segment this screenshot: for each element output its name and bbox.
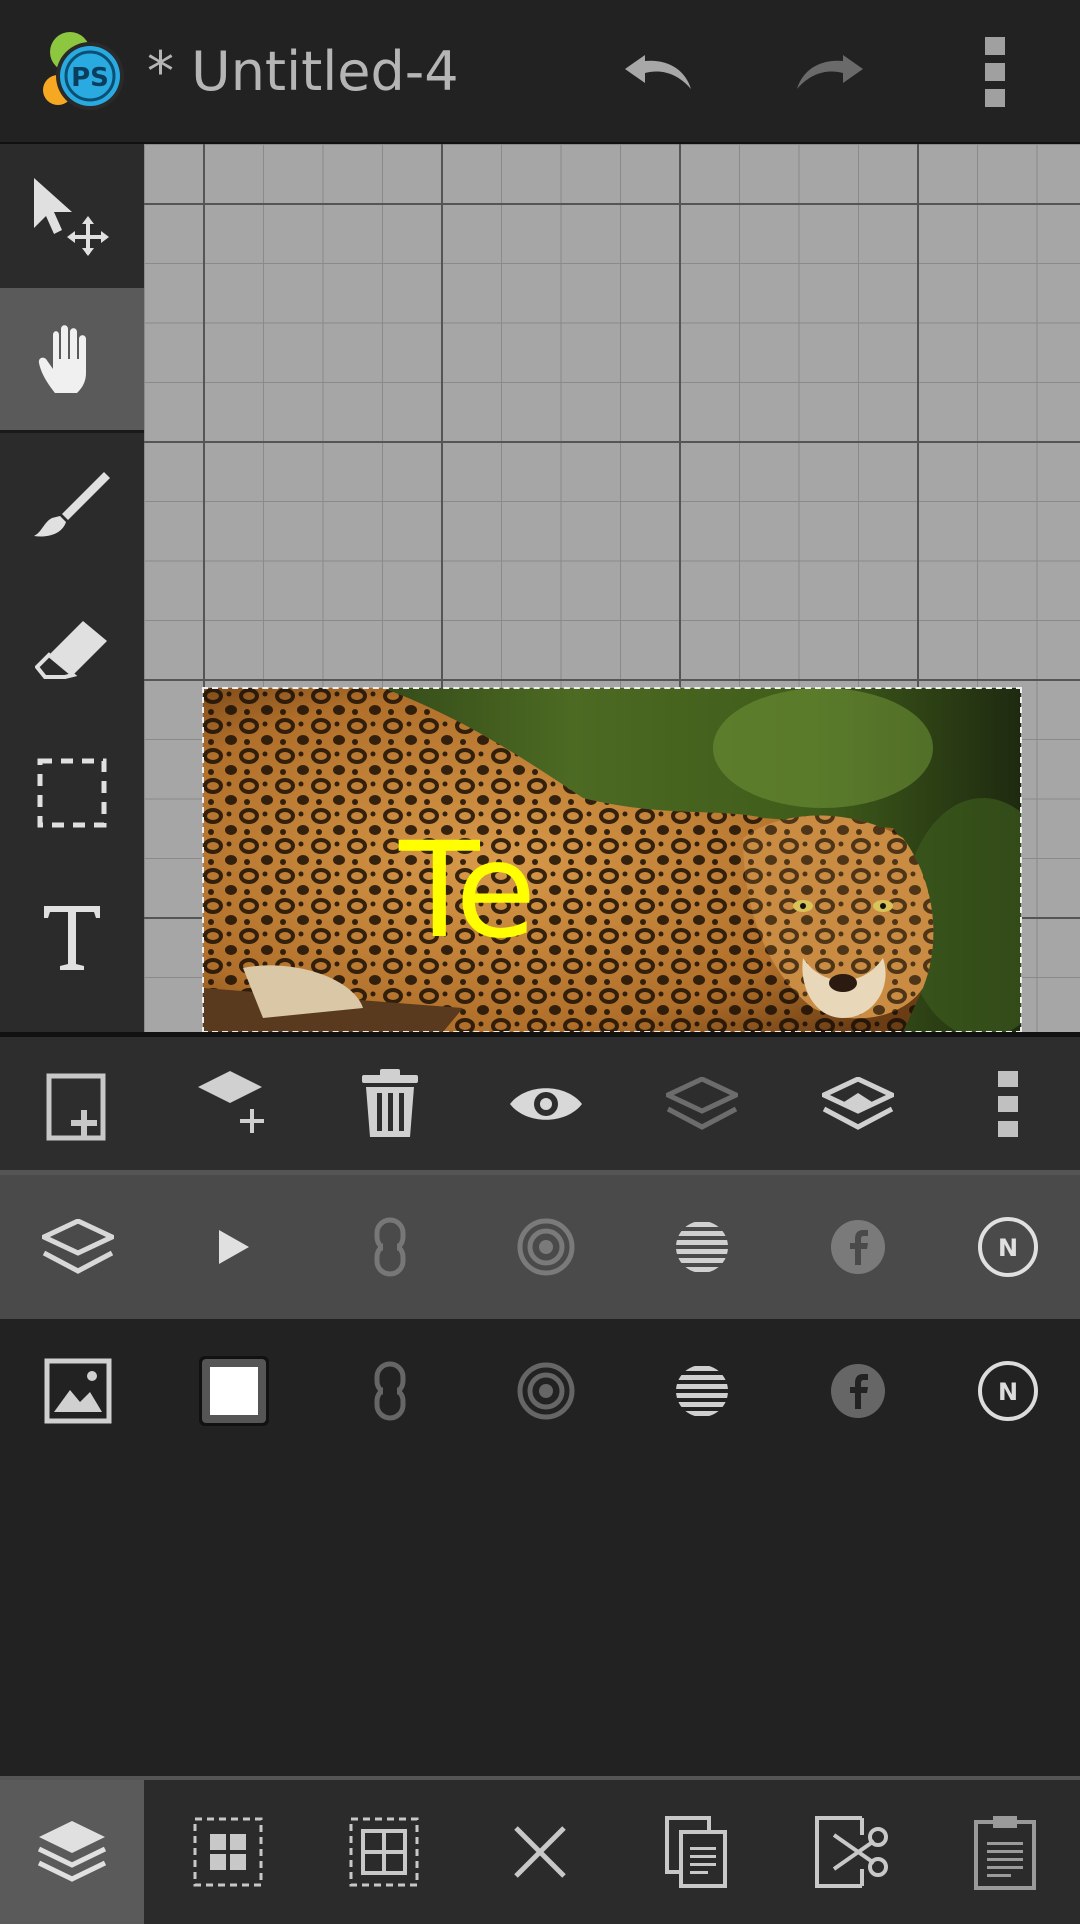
marquee-icon — [37, 758, 107, 828]
copy-button[interactable] — [618, 1780, 774, 1924]
copy-icon — [664, 1815, 728, 1889]
opacity-icon — [517, 1218, 575, 1276]
layer-actions-bar — [0, 1032, 1080, 1175]
move-tool[interactable] — [0, 144, 144, 288]
layer-opacity-button[interactable] — [468, 1319, 624, 1463]
add-layer-icon — [45, 1066, 111, 1142]
paste-icon — [973, 1814, 1037, 1890]
layer-opacity-button[interactable] — [468, 1175, 624, 1319]
layer-facebook-button[interactable] — [780, 1175, 936, 1319]
normal-mode-icon: N — [977, 1360, 1039, 1422]
layer-blend-button[interactable] — [624, 1175, 780, 1319]
toggle-visibility-button[interactable] — [468, 1037, 624, 1171]
paste-button[interactable] — [930, 1780, 1080, 1924]
play-arrow-icon — [217, 1228, 251, 1266]
layer-row-text[interactable]: N — [0, 1175, 1080, 1319]
select-grid-icon — [348, 1816, 420, 1888]
select-all-icon — [192, 1816, 264, 1888]
merge-layers-icon — [666, 1077, 738, 1131]
eraser-icon — [35, 619, 109, 679]
layer-link-button[interactable] — [312, 1319, 468, 1463]
image-icon — [44, 1358, 112, 1424]
pan-tool[interactable] — [0, 288, 144, 432]
add-layer-button[interactable] — [0, 1037, 156, 1171]
more-vert-icon — [983, 37, 1007, 107]
hand-icon — [37, 323, 107, 397]
select-grid-button[interactable] — [306, 1780, 462, 1924]
jaguar-image — [203, 688, 1021, 1032]
tool-panel — [0, 144, 144, 1032]
cut-button[interactable] — [774, 1780, 930, 1924]
top-app-bar: PS * Untitled-4 — [0, 0, 1080, 144]
layers-empty-area — [0, 1463, 1080, 1776]
layer-type-icon — [0, 1175, 156, 1319]
canvas-viewport[interactable]: Te — [144, 144, 1080, 1032]
canvas-image-layer[interactable]: Te — [202, 687, 1022, 1032]
svg-text:N: N — [998, 1234, 1018, 1262]
link-icon — [373, 1361, 407, 1421]
text-icon — [42, 902, 102, 972]
layer-more-button[interactable] — [936, 1037, 1080, 1171]
blend-icon — [675, 1220, 729, 1274]
layer-type-icon — [0, 1319, 156, 1463]
layers-icon — [42, 1219, 114, 1275]
select-all-button[interactable] — [150, 1780, 306, 1924]
overflow-menu-button[interactable] — [960, 20, 1030, 124]
brush-tool[interactable] — [0, 433, 144, 577]
flatten-layers-icon — [822, 1077, 894, 1131]
layer-row-image[interactable]: N — [0, 1319, 1080, 1463]
normal-mode-icon: N — [977, 1216, 1039, 1278]
layer-blend-mode-badge[interactable]: N — [936, 1175, 1080, 1319]
undo-icon — [621, 49, 697, 95]
layer-blend-mode-badge[interactable]: N — [936, 1319, 1080, 1463]
facebook-icon — [830, 1363, 886, 1419]
flatten-layers-button[interactable] — [780, 1037, 936, 1171]
add-fill-layer-icon — [196, 1069, 272, 1139]
bottom-action-bar — [0, 1776, 1080, 1924]
redo-button[interactable] — [774, 20, 884, 124]
close-icon — [512, 1824, 568, 1880]
eye-icon — [508, 1081, 584, 1127]
merge-down-button[interactable] — [624, 1037, 780, 1171]
text-tool[interactable] — [0, 865, 144, 1009]
layers-panel-button[interactable] — [0, 1780, 144, 1924]
facebook-icon — [830, 1219, 886, 1275]
opacity-icon — [517, 1362, 575, 1420]
undo-button[interactable] — [604, 20, 714, 124]
layer-facebook-button[interactable] — [780, 1319, 936, 1463]
cut-icon — [814, 1815, 890, 1889]
canvas-text-layer[interactable]: Te — [399, 816, 536, 966]
layer-thumbnail[interactable] — [156, 1319, 312, 1463]
svg-text:N: N — [998, 1378, 1018, 1406]
blend-icon — [675, 1364, 729, 1418]
marquee-tool[interactable] — [0, 721, 144, 865]
layer-blend-button[interactable] — [624, 1319, 780, 1463]
more-vert-icon — [997, 1071, 1019, 1137]
add-fill-layer-button[interactable] — [156, 1037, 312, 1171]
redo-icon — [791, 49, 867, 95]
move-icon — [32, 176, 112, 256]
layer-expand-button[interactable] — [156, 1175, 312, 1319]
eraser-tool[interactable] — [0, 577, 144, 721]
layers-stack-icon — [37, 1819, 107, 1885]
app-logo: PS — [40, 26, 134, 116]
svg-text:PS: PS — [71, 63, 109, 93]
document-title: * Untitled-4 — [147, 40, 459, 103]
clear-selection-button[interactable] — [462, 1780, 618, 1924]
brush-icon — [32, 470, 112, 540]
layer-link-button[interactable] — [312, 1175, 468, 1319]
link-icon — [373, 1217, 407, 1277]
delete-layer-button[interactable] — [312, 1037, 468, 1171]
trash-icon — [360, 1069, 420, 1139]
